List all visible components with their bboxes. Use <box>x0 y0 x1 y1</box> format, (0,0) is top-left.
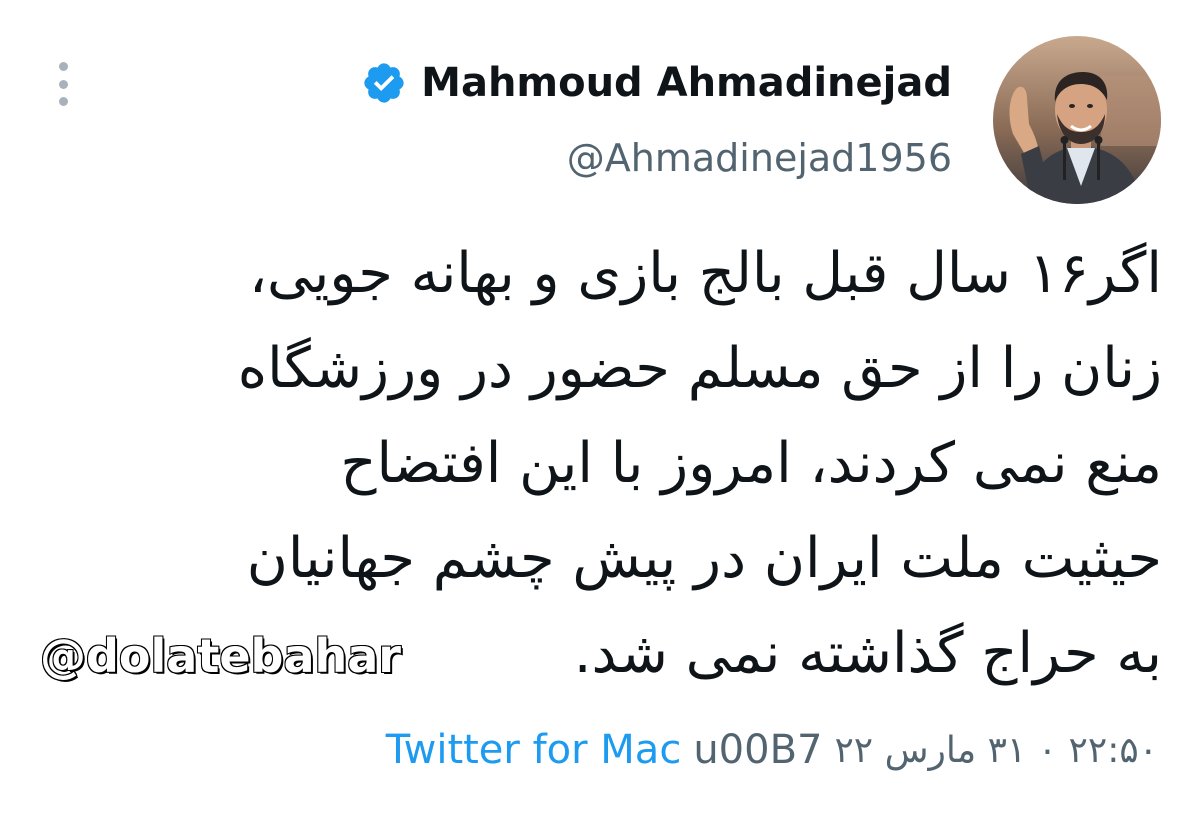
avatar[interactable] <box>993 36 1161 204</box>
more-vertical-icon-dot <box>58 79 68 89</box>
tweet-text-line: منع نمی کردند، امروز با این افتضاح <box>340 431 1162 496</box>
timestamp-link[interactable]: ۲۲:۵۰ ۰ ۳۱ مارس ۲۲ <box>834 730 1158 771</box>
watermark: @dolatebahar <box>39 628 402 684</box>
meta-separator: u00B7 <box>693 727 823 773</box>
author-handle[interactable]: @Ahmadinejad1956 <box>567 134 952 182</box>
person-waving-avatar <box>993 36 1161 204</box>
tweet-card: Mahmoud Ahmadinejad @Ahmadinejad1956 اگر… <box>0 0 1200 818</box>
tweet-text-line: زنان را از حق مسلم حضور در ورزشگاه <box>237 336 1162 401</box>
more-vertical-icon <box>58 62 68 71</box>
source-link[interactable]: Twitter for Mac <box>386 727 682 773</box>
author-name-row: Mahmoud Ahmadinejad <box>361 58 952 108</box>
tweet-text-line: اگر۱۶ سال قبل بالج بازی و بهانه جویی، <box>248 241 1162 306</box>
more-vertical-icon-dot <box>58 97 68 106</box>
author-display-name[interactable]: Mahmoud Ahmadinejad <box>421 58 952 108</box>
more-options-button[interactable] <box>50 62 76 106</box>
tweet-meta-row: Twitter for Mac u00B7 ۲۲:۵۰ ۰ ۳۱ مارس ۲۲ <box>386 722 1158 778</box>
verified-badge-icon <box>364 63 404 103</box>
tweet-text-line: حیثیت ملت ایران در پیش چشم جهانیان <box>246 526 1162 591</box>
